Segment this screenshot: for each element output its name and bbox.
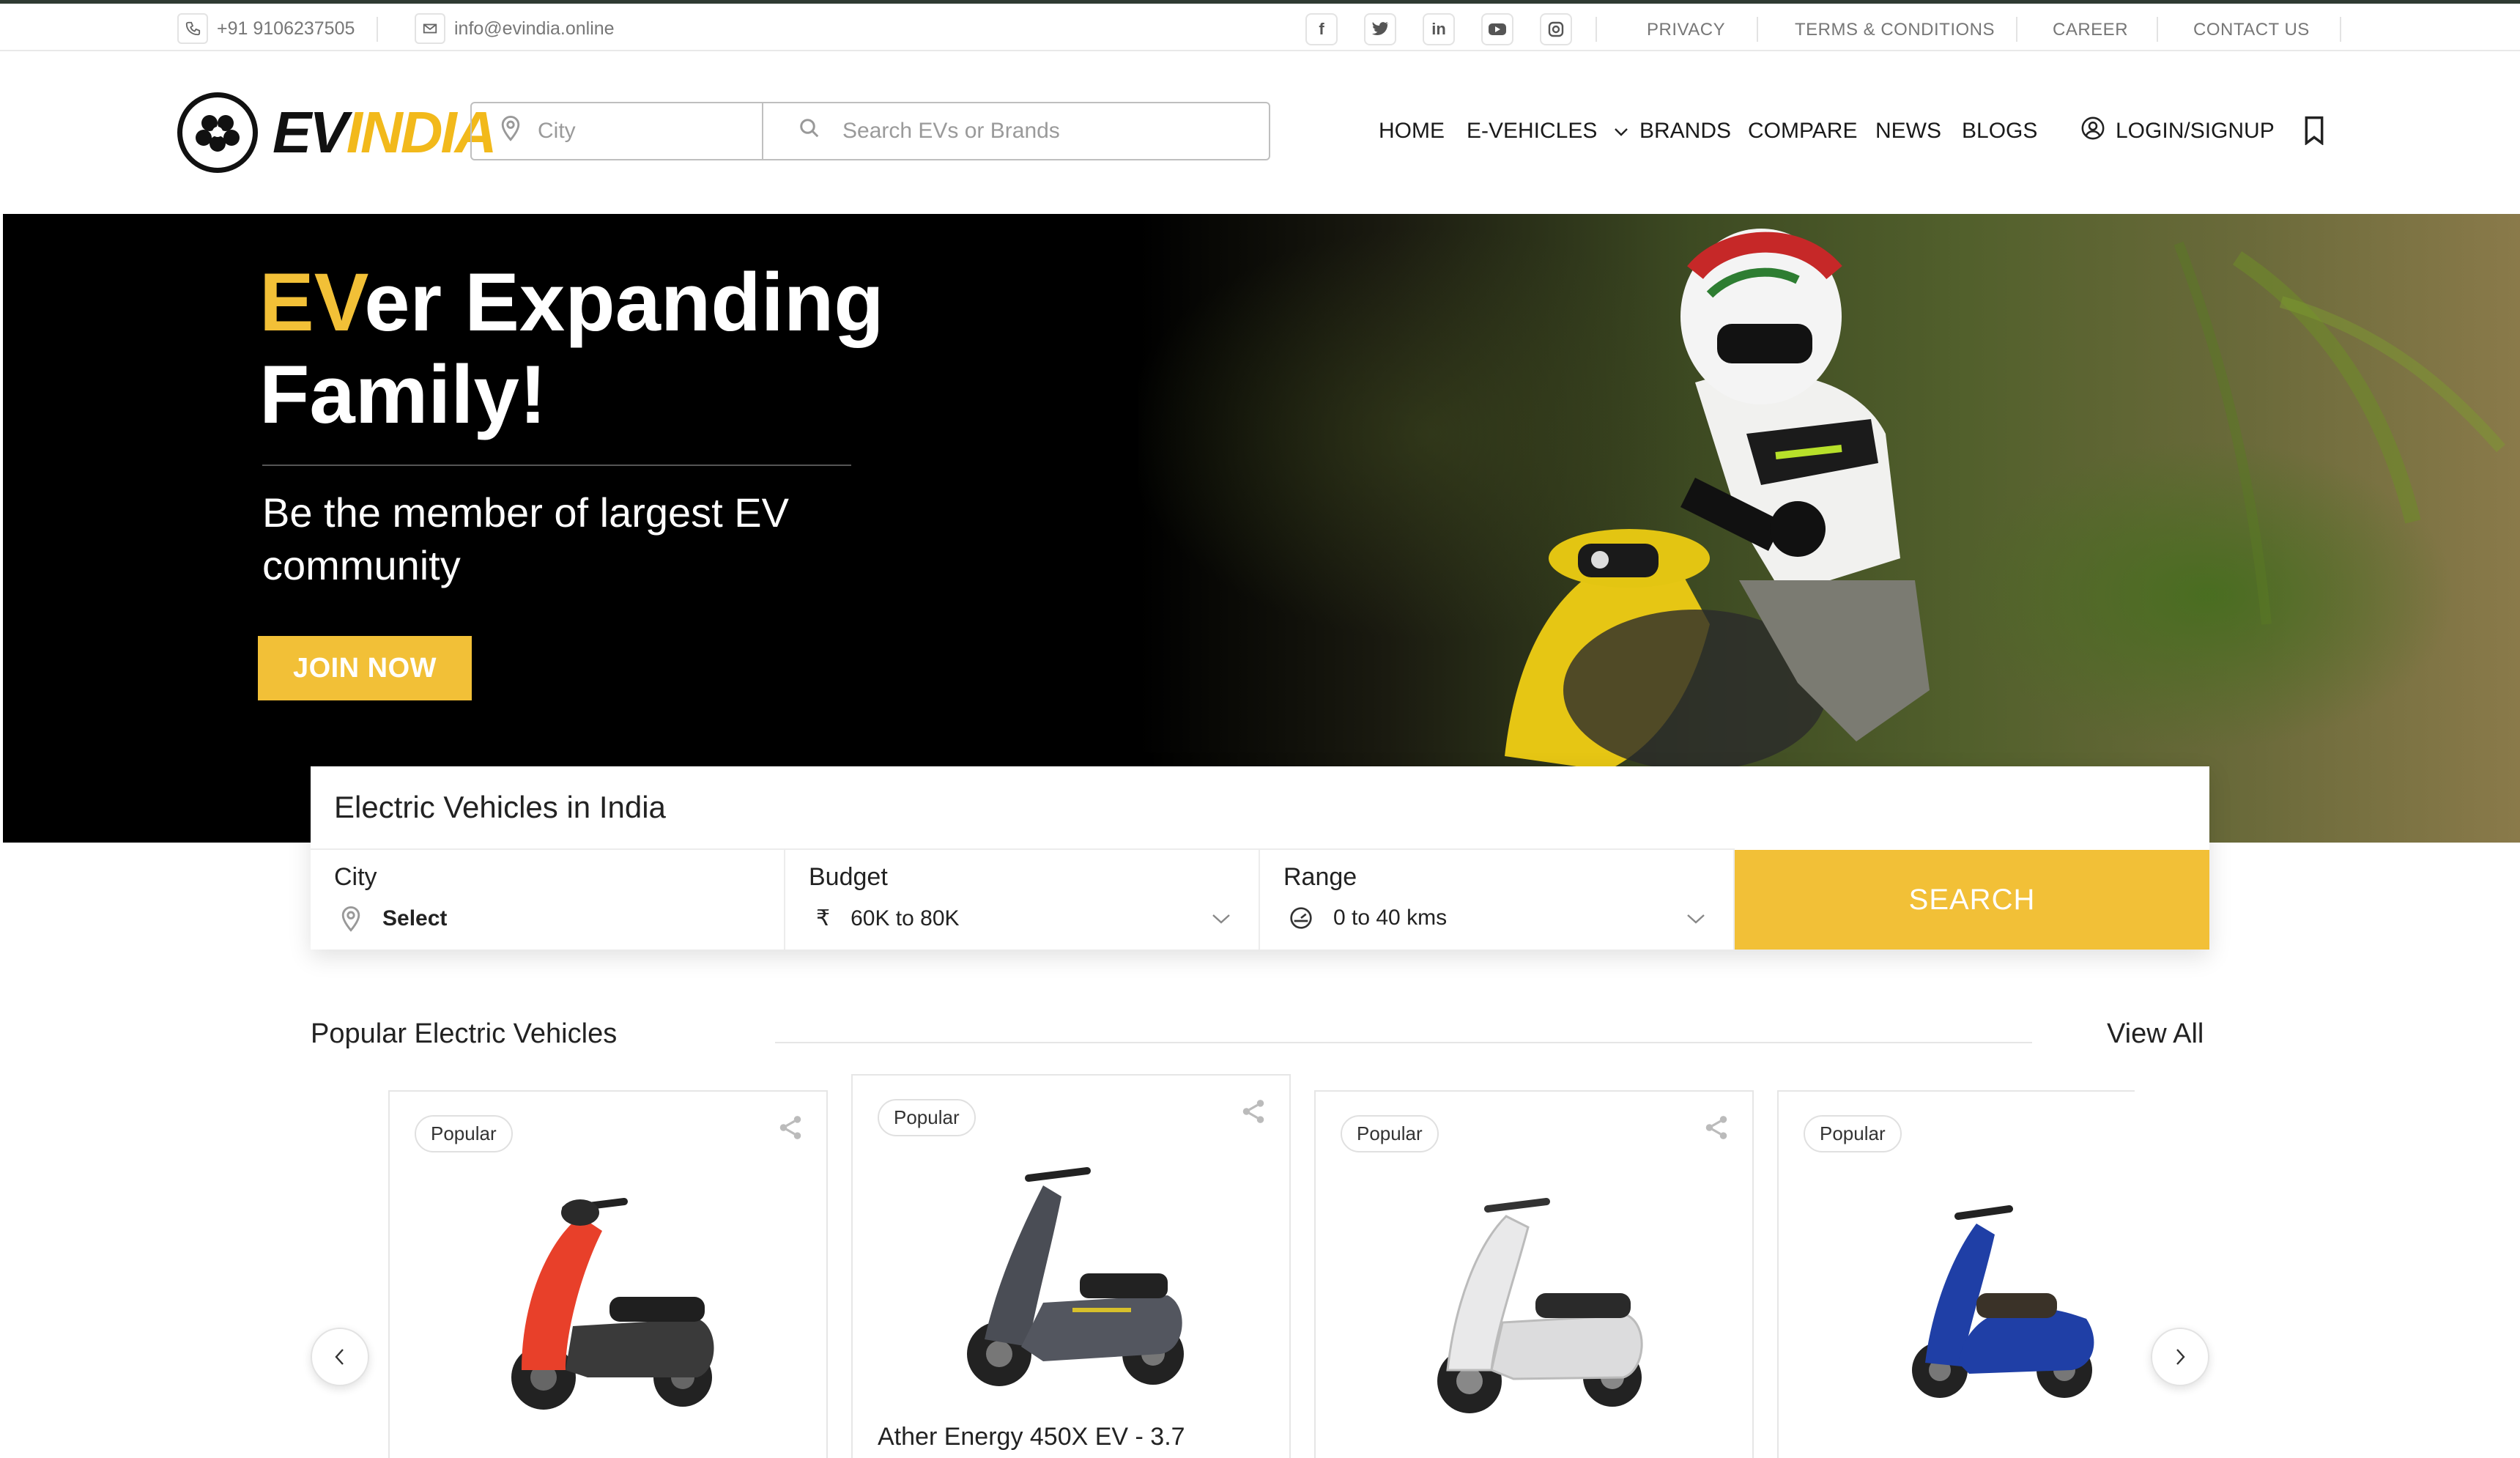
hero-title: EVer Expanding Family!	[259, 256, 884, 441]
hero-banner: EVer Expanding Family! Be the member of …	[3, 214, 2520, 843]
career-link[interactable]: CAREER	[2053, 20, 2128, 40]
social-links: f in	[1305, 13, 1572, 45]
scooter-image	[1404, 1158, 1667, 1421]
carousel-prev-button[interactable]	[311, 1328, 369, 1386]
facebook-icon[interactable]: f	[1305, 13, 1338, 45]
scooter-image	[478, 1158, 741, 1421]
share-icon[interactable]	[1702, 1114, 1730, 1145]
instagram-icon[interactable]	[1540, 13, 1572, 45]
nav-home[interactable]: HOME	[1379, 119, 1445, 144]
section-divider	[775, 1042, 2032, 1043]
search-card-title: Electric Vehicles in India	[334, 790, 666, 824]
email-contact[interactable]: info@evindia.online	[415, 13, 615, 44]
phone-icon	[177, 13, 208, 44]
city-label: City	[334, 863, 377, 891]
budget-label: Budget	[809, 863, 888, 891]
nav-news[interactable]: NEWS	[1875, 119, 1941, 144]
vehicle-name: Ather Energy 450X EV - 3.7	[878, 1423, 1185, 1451]
scooter-image	[1867, 1158, 2130, 1421]
login-signup-button[interactable]: LOGIN/SIGNUP	[2080, 116, 2275, 147]
city-select[interactable]: City Select	[311, 850, 785, 950]
login-label: LOGIN/SIGNUP	[2116, 119, 2275, 143]
vehicle-card[interactable]: Popular Ather Energy 450X EV - 3.7	[851, 1074, 1291, 1458]
hero-title-line1: er Expanding	[364, 256, 884, 348]
scooter-image	[941, 1141, 1204, 1405]
popular-badge: Popular	[415, 1115, 513, 1152]
hero-rider-image	[1138, 214, 2520, 843]
chevron-down-icon	[1614, 128, 1628, 136]
city-value-text: Select	[382, 906, 448, 930]
logo-mark-icon	[177, 92, 258, 173]
nav-e-vehicles-label: E-VEHICLES	[1467, 119, 1598, 143]
hero-subtitle: Be the member of largest EV community	[262, 489, 790, 588]
nav-compare[interactable]: COMPARE	[1748, 119, 1857, 144]
chevron-down-icon	[1212, 914, 1230, 924]
vehicle-card[interactable]: Popular	[1314, 1090, 1754, 1458]
mail-icon	[415, 13, 445, 44]
hero-title-line2: Family!	[259, 349, 547, 440]
vehicle-card[interactable]: Popular	[388, 1090, 828, 1458]
popular-badge: Popular	[878, 1099, 976, 1136]
location-pin-icon	[341, 906, 360, 932]
range-select[interactable]: Range 0 to 40 kms	[1260, 850, 1735, 950]
chevron-down-icon	[1687, 914, 1705, 924]
range-value-text: 0 to 40 kms	[1333, 906, 1448, 930]
city-input[interactable]: City	[472, 103, 763, 159]
terms-link[interactable]: TERMS & CONDITIONS	[1795, 20, 1995, 40]
share-icon[interactable]	[777, 1114, 804, 1145]
rupee-icon: ₹	[816, 906, 831, 930]
ev-search-card: Electric Vehicles in India City Select B…	[311, 766, 2209, 950]
view-all-link[interactable]: View All	[2107, 1018, 2204, 1050]
evindia-logo[interactable]: EVINDIA	[177, 92, 497, 173]
top-bar: +91 9106237505 info@evindia.online f in …	[0, 0, 2520, 51]
vehicle-card[interactable]: Popular	[1777, 1090, 2135, 1458]
hero-divider	[262, 465, 851, 466]
twitter-icon[interactable]	[1364, 13, 1396, 45]
carousel-next-button[interactable]	[2151, 1328, 2209, 1386]
range-value: 0 to 40 kms	[1283, 906, 1447, 930]
contact-us-link[interactable]: CONTACT US	[2193, 20, 2310, 40]
search-input[interactable]: Search EVs or Brands	[763, 103, 1269, 159]
gauge-icon	[1290, 907, 1312, 929]
search-placeholder: Search EVs or Brands	[842, 119, 1060, 143]
chevron-left-icon	[335, 1349, 344, 1365]
youtube-icon[interactable]	[1481, 13, 1513, 45]
join-now-button[interactable]: JOIN NOW	[258, 636, 472, 700]
hero-title-highlight: EV	[259, 256, 365, 348]
user-circle-icon	[2080, 116, 2105, 147]
popular-badge: Popular	[1804, 1115, 1902, 1152]
budget-value: ₹ 60K to 80K	[809, 906, 960, 931]
phone-number: +91 9106237505	[217, 18, 355, 39]
city-value: Select	[334, 906, 447, 932]
popular-badge: Popular	[1341, 1115, 1439, 1152]
chevron-right-icon	[2176, 1349, 2185, 1365]
linkedin-icon[interactable]: in	[1423, 13, 1455, 45]
privacy-link[interactable]: PRIVACY	[1647, 20, 1725, 40]
budget-select[interactable]: Budget ₹ 60K to 80K	[785, 850, 1260, 950]
search-icon	[798, 117, 820, 145]
email-address: info@evindia.online	[454, 18, 615, 39]
bookmark-icon[interactable]	[2302, 116, 2326, 149]
header-search: City Search EVs or Brands	[470, 102, 1270, 160]
share-icon[interactable]	[1239, 1098, 1267, 1129]
location-pin-icon	[500, 115, 522, 147]
nav-blogs[interactable]: BLOGS	[1962, 119, 2037, 144]
main-header: EVINDIA City Search EVs or Brands HOME E…	[0, 51, 2520, 214]
budget-value-text: 60K to 80K	[850, 906, 960, 930]
logo-wordmark: EVINDIA	[273, 100, 497, 165]
phone-contact[interactable]: +91 9106237505	[177, 13, 355, 44]
popular-section-title: Popular Electric Vehicles	[311, 1018, 618, 1049]
range-label: Range	[1283, 863, 1357, 891]
city-placeholder: City	[538, 119, 576, 143]
nav-e-vehicles[interactable]: E-VEHICLES	[1467, 119, 1628, 144]
search-button[interactable]: SEARCH	[1735, 850, 2209, 950]
nav-brands[interactable]: BRANDS	[1639, 119, 1731, 144]
